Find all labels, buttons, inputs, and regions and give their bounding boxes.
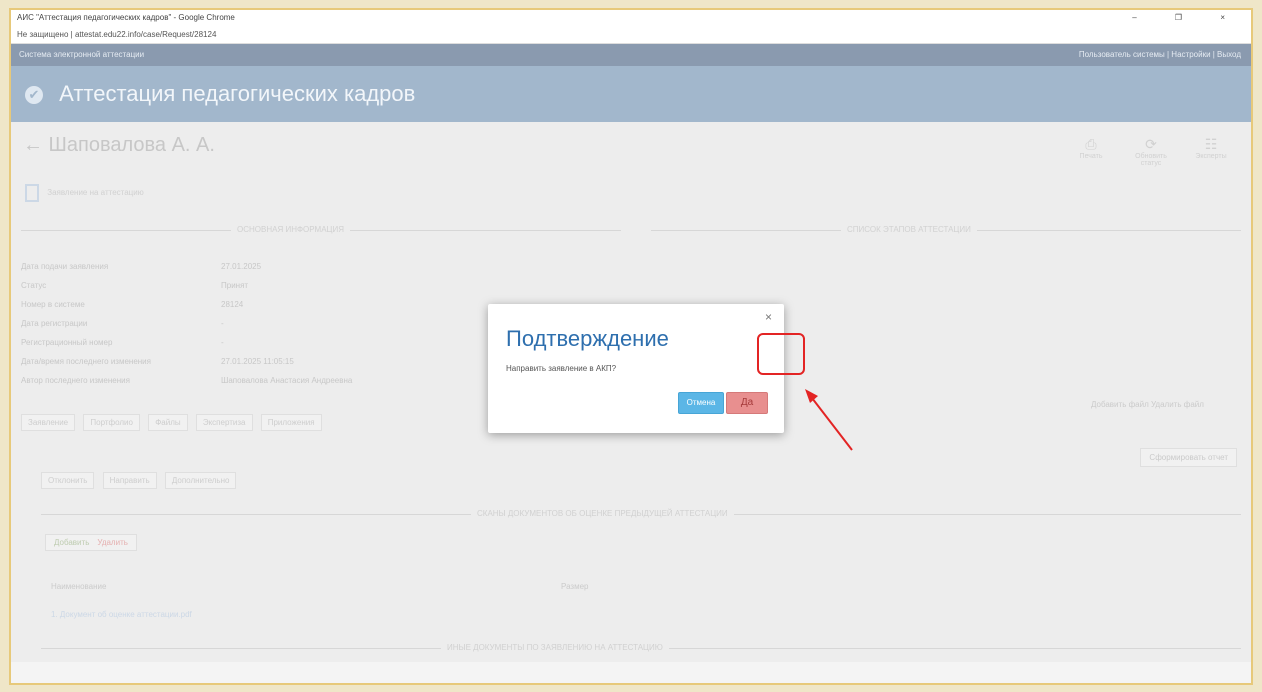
window-controls[interactable]: – ❐ ×: [1132, 10, 1243, 26]
app-header-title: Аттестация педагогических кадров: [59, 81, 416, 106]
dialog-message: Направить заявление в АКП?: [506, 364, 617, 373]
check-icon: ✔: [25, 86, 43, 105]
close-icon[interactable]: ×: [765, 310, 772, 324]
app-topbar: Система электронной аттестации Пользоват…: [11, 44, 1251, 66]
annotation-highlight-box: [757, 333, 805, 375]
dialog-title: Подтверждение: [506, 326, 669, 351]
browser-title-bar: АИС "Аттестация педагогических кадров" -…: [11, 10, 1251, 26]
confirmation-dialog: × Подтверждение Направить заявление в АК…: [488, 304, 784, 433]
confirm-button[interactable]: Да: [726, 392, 768, 414]
window-title: АИС "Аттестация педагогических кадров" -…: [17, 13, 235, 22]
cancel-button[interactable]: Отмена: [678, 392, 724, 414]
topbar-user-menu[interactable]: Пользователь системы | Настройки | Выход: [1079, 44, 1241, 66]
address-bar[interactable]: Не защищено | attestat.edu22.info/case/R…: [11, 26, 1251, 44]
topbar-title: Система электронной аттестации: [19, 50, 145, 59]
app-header: ✔ Аттестация педагогических кадров: [11, 66, 1251, 122]
